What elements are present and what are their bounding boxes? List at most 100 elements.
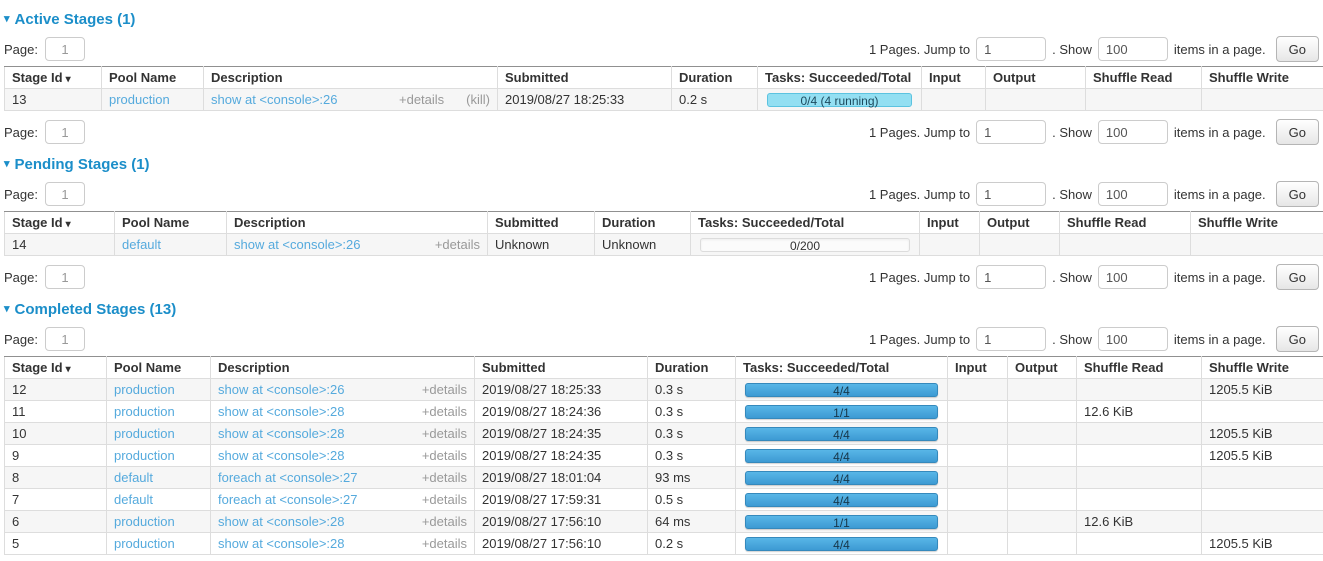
column-header-duration[interactable]: Duration (648, 357, 736, 379)
go-button[interactable]: Go (1276, 119, 1319, 145)
pool-name-link[interactable]: default (122, 237, 161, 252)
column-header-pool-name[interactable]: Pool Name (102, 67, 204, 89)
go-button[interactable]: Go (1276, 264, 1319, 290)
pool-name-link[interactable]: production (114, 536, 175, 551)
column-header-pool-name[interactable]: Pool Name (107, 357, 211, 379)
page-number-input[interactable] (45, 182, 85, 206)
section-title-pending-stages[interactable]: ▾ Pending Stages (1) (4, 156, 1321, 173)
page-number-input[interactable] (45, 265, 85, 289)
details-toggle-link[interactable]: +details (422, 536, 467, 551)
column-header-shuffle-read[interactable]: Shuffle Read (1060, 212, 1191, 234)
stage-id-cell: 11 (5, 401, 107, 423)
column-header-input[interactable]: Input (920, 212, 980, 234)
pool-name-link[interactable]: production (114, 382, 175, 397)
column-header-stage-id[interactable]: Stage Id▾ (5, 67, 102, 89)
description-link[interactable]: show at <console>:26 (218, 382, 344, 397)
page-label: Page: (4, 125, 38, 140)
column-header-description[interactable]: Description (204, 67, 498, 89)
column-header-shuffle-read[interactable]: Shuffle Read (1086, 67, 1202, 89)
table-row: 7 default foreach at <console>:27 +detai… (5, 489, 1323, 511)
pool-name-link[interactable]: default (114, 470, 153, 485)
items-per-page-input[interactable] (1098, 327, 1168, 351)
column-header-submitted[interactable]: Submitted (488, 212, 595, 234)
description-link[interactable]: show at <console>:28 (218, 404, 344, 419)
details-toggle-link[interactable]: +details (422, 470, 467, 485)
details-toggle-link[interactable]: +details (422, 382, 467, 397)
items-per-page-input[interactable] (1098, 37, 1168, 61)
go-button[interactable]: Go (1276, 326, 1319, 352)
description-link[interactable]: show at <console>:28 (218, 448, 344, 463)
description-link[interactable]: foreach at <console>:27 (218, 470, 358, 485)
items-per-page-input[interactable] (1098, 182, 1168, 206)
column-header-submitted[interactable]: Submitted (498, 67, 672, 89)
column-header-duration[interactable]: Duration (595, 212, 691, 234)
page-label: Page: (4, 187, 38, 202)
pool-name-link[interactable]: production (114, 426, 175, 441)
column-header-description[interactable]: Description (211, 357, 475, 379)
pool-name-link[interactable]: production (114, 404, 175, 419)
pagination-row: Page: 1 Pages. Jump to . Show items in a… (2, 119, 1321, 145)
column-header-shuffle-write[interactable]: Shuffle Write (1202, 67, 1323, 89)
column-header-input[interactable]: Input (922, 67, 986, 89)
items-per-page-input[interactable] (1098, 120, 1168, 144)
column-header-tasks[interactable]: Tasks: Succeeded/Total (758, 67, 922, 89)
output-cell (1008, 511, 1077, 533)
pool-name-link[interactable]: production (114, 448, 175, 463)
pool-name-link[interactable]: production (114, 514, 175, 529)
items-text: items in a page. (1174, 125, 1266, 140)
column-header-shuffle-write[interactable]: Shuffle Write (1191, 212, 1323, 234)
section-title-label: Completed Stages (13) (15, 301, 177, 318)
page-number-input[interactable] (45, 120, 85, 144)
input-cell (948, 379, 1008, 401)
details-toggle-link[interactable]: +details (435, 237, 480, 252)
details-toggle-link[interactable]: +details (422, 514, 467, 529)
column-header-description[interactable]: Description (227, 212, 488, 234)
details-toggle-link[interactable]: +details (422, 404, 467, 419)
column-header-pool-name[interactable]: Pool Name (115, 212, 227, 234)
details-toggle-link[interactable]: +details (422, 448, 467, 463)
jump-to-page-input[interactable] (976, 37, 1046, 61)
column-header-stage-id[interactable]: Stage Id▾ (5, 357, 107, 379)
go-button[interactable]: Go (1276, 36, 1319, 62)
column-header-output[interactable]: Output (1008, 357, 1077, 379)
page-number-input[interactable] (45, 37, 85, 61)
jump-to-page-input[interactable] (976, 327, 1046, 351)
jump-to-page-input[interactable] (976, 265, 1046, 289)
column-header-input[interactable]: Input (948, 357, 1008, 379)
details-toggle-link[interactable]: +details (422, 492, 467, 507)
go-button[interactable]: Go (1276, 181, 1319, 207)
column-header-duration[interactable]: Duration (672, 67, 758, 89)
column-header-shuffle-write[interactable]: Shuffle Write (1202, 357, 1323, 379)
column-header-tasks[interactable]: Tasks: Succeeded/Total (736, 357, 948, 379)
column-header-submitted[interactable]: Submitted (475, 357, 648, 379)
description-link[interactable]: foreach at <console>:27 (218, 492, 358, 507)
kill-link[interactable]: (kill) (466, 92, 490, 107)
shuffle-read-cell (1077, 445, 1202, 467)
column-header-shuffle-read[interactable]: Shuffle Read (1077, 357, 1202, 379)
description-link[interactable]: show at <console>:26 (234, 237, 360, 252)
section-title-completed-stages[interactable]: ▾ Completed Stages (13) (4, 301, 1321, 318)
pool-name-link[interactable]: default (114, 492, 153, 507)
jump-to-page-input[interactable] (976, 182, 1046, 206)
column-header-tasks[interactable]: Tasks: Succeeded/Total (691, 212, 920, 234)
column-header-output[interactable]: Output (986, 67, 1086, 89)
items-per-page-input[interactable] (1098, 265, 1168, 289)
column-header-stage-id[interactable]: Stage Id▾ (5, 212, 115, 234)
duration-cell: 64 ms (648, 511, 736, 533)
description-link[interactable]: show at <console>:26 (211, 92, 337, 107)
pages-count-text: 1 Pages. Jump to (869, 42, 970, 57)
input-cell (948, 401, 1008, 423)
pool-name-link[interactable]: production (109, 92, 170, 107)
output-cell (1008, 489, 1077, 511)
details-toggle-link[interactable]: +details (422, 426, 467, 441)
jump-to-page-input[interactable] (976, 120, 1046, 144)
description-link[interactable]: show at <console>:28 (218, 514, 344, 529)
shuffle-read-cell (1060, 234, 1191, 256)
section-title-active-stages[interactable]: ▾ Active Stages (1) (4, 11, 1321, 28)
description-link[interactable]: show at <console>:28 (218, 426, 344, 441)
collapse-caret-icon: ▾ (4, 159, 10, 170)
column-header-output[interactable]: Output (980, 212, 1060, 234)
details-toggle-link[interactable]: +details (399, 92, 444, 107)
page-number-input[interactable] (45, 327, 85, 351)
description-link[interactable]: show at <console>:28 (218, 536, 344, 551)
